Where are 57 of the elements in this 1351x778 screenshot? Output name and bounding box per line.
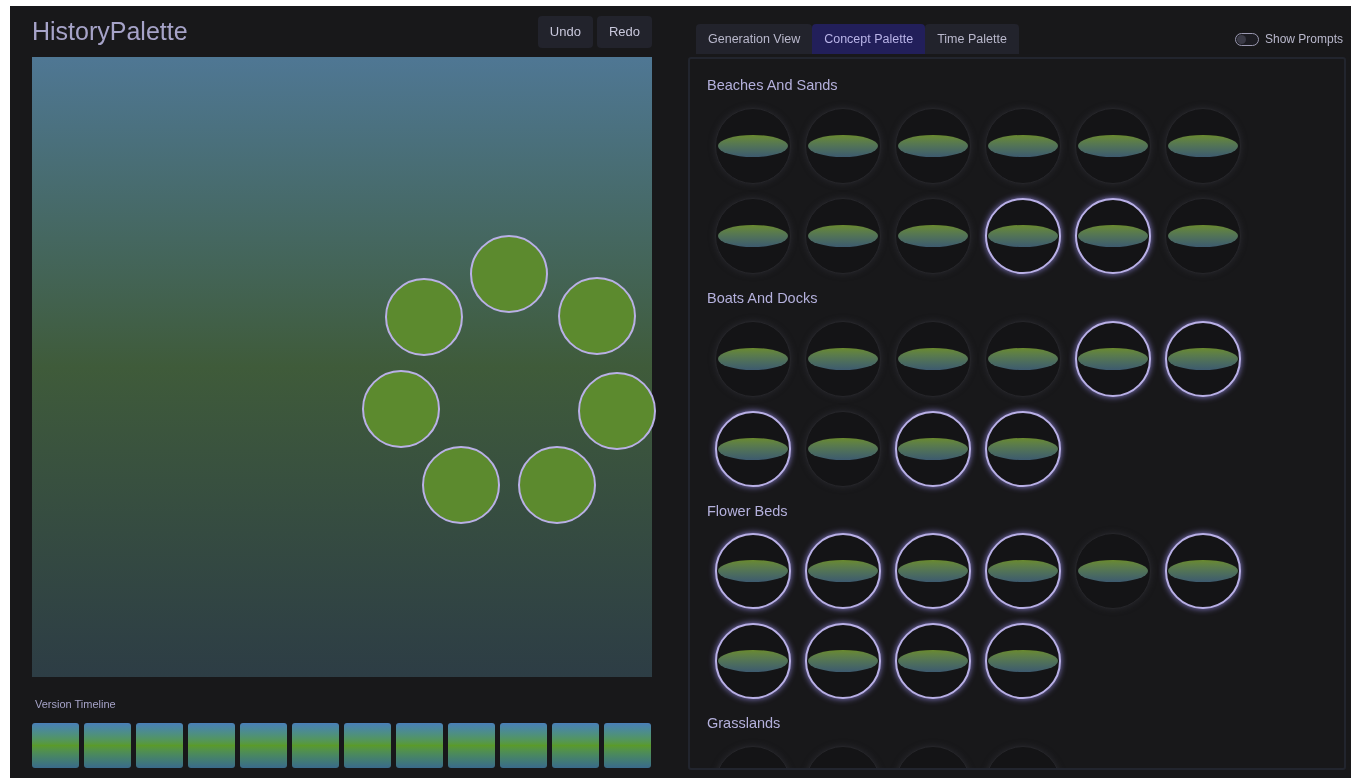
version-thumbnail[interactable] xyxy=(240,722,287,768)
concept-thumbnail[interactable] xyxy=(715,410,791,487)
concept-thumbnail[interactable] xyxy=(895,533,971,610)
concept-thumbnail[interactable] xyxy=(1165,533,1241,610)
timeline-label: Version Timeline xyxy=(35,697,117,712)
toggle-switch[interactable] xyxy=(1234,32,1259,46)
concept-thumbnail[interactable] xyxy=(805,320,881,397)
app-title: HistoryPalette xyxy=(32,15,188,47)
concept-thumbnail[interactable] xyxy=(715,107,791,184)
concept-thumbnail[interactable] xyxy=(1075,320,1151,397)
concept-thumbnail[interactable] xyxy=(1165,107,1241,184)
version-thumbnail[interactable] xyxy=(136,722,183,768)
category-title: Boats And Docks xyxy=(707,288,819,308)
concept-thumbnail[interactable] xyxy=(1075,197,1151,274)
version-thumbnail[interactable] xyxy=(396,722,443,768)
concept-thumbnail[interactable] xyxy=(985,107,1061,184)
category-title: Grasslands xyxy=(707,714,782,734)
undo-button[interactable]: Undo xyxy=(537,15,593,48)
version-thumbnail[interactable] xyxy=(448,722,495,768)
toggle-label: Show Prompts xyxy=(1264,31,1343,48)
concept-thumbnail[interactable] xyxy=(715,623,791,700)
concept-thumbnail[interactable] xyxy=(805,197,881,274)
concept-thumbnail[interactable] xyxy=(895,107,971,184)
version-thumbnail[interactable] xyxy=(32,722,79,768)
category-title: Flower Beds xyxy=(707,501,789,521)
concept-thumbnail[interactable] xyxy=(1165,197,1241,274)
version-thumbnail[interactable] xyxy=(292,722,339,768)
concept-thumbnail[interactable] xyxy=(985,410,1061,487)
version-thumbnail[interactable] xyxy=(500,722,547,768)
concept-thumbnail[interactable] xyxy=(985,320,1061,397)
concept-thumbnail[interactable] xyxy=(1075,533,1151,610)
concept-thumbnail[interactable] xyxy=(895,320,971,397)
category-title: Beaches And Sands xyxy=(707,76,839,95)
concept-thumbnail[interactable] xyxy=(1075,107,1151,184)
concept-thumbnail[interactable] xyxy=(895,623,971,700)
version-thumbnail[interactable] xyxy=(188,722,235,768)
concept-thumbnail[interactable] xyxy=(1165,320,1241,397)
concept-thumbnail[interactable] xyxy=(715,320,791,397)
tab[interactable]: Time Palette xyxy=(925,24,1019,54)
tab[interactable]: Concept Palette xyxy=(812,24,926,54)
version-thumbnail[interactable] xyxy=(552,722,599,768)
concept-thumbnail[interactable] xyxy=(805,410,881,487)
concept-thumbnail[interactable] xyxy=(805,623,881,700)
tab[interactable]: Generation View xyxy=(696,24,813,54)
concept-thumbnail[interactable] xyxy=(895,410,971,487)
concept-thumbnail[interactable] xyxy=(805,533,881,610)
version-thumbnail[interactable] xyxy=(604,722,651,768)
concept-thumbnail[interactable] xyxy=(715,197,791,274)
concept-thumbnail[interactable] xyxy=(715,533,791,610)
redo-button[interactable]: Redo xyxy=(596,15,652,48)
concept-thumbnail[interactable] xyxy=(985,197,1061,274)
concept-thumbnail[interactable] xyxy=(805,107,881,184)
concept-thumbnail[interactable] xyxy=(985,623,1061,700)
version-thumbnail[interactable] xyxy=(84,722,131,768)
concept-thumbnail[interactable] xyxy=(985,533,1061,610)
version-thumbnail[interactable] xyxy=(344,722,391,768)
concept-thumbnail[interactable] xyxy=(895,197,971,274)
